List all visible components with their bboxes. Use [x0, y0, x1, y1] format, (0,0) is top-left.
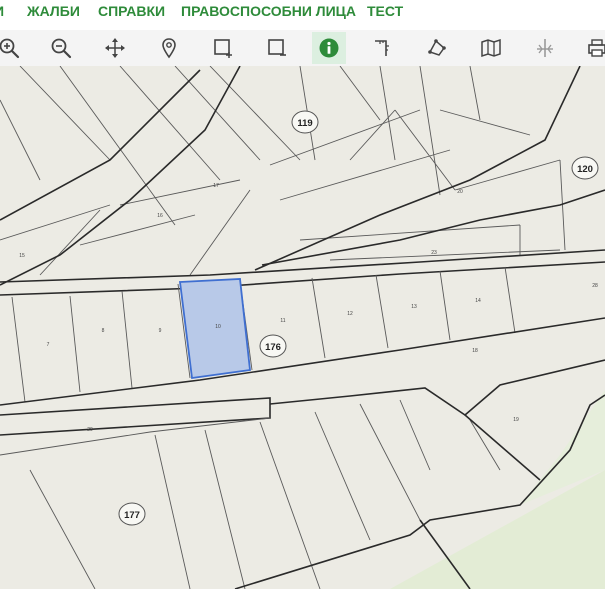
nav-item-legal-entities[interactable]: ПРАВОСПОСОБНИ ЛИЦА	[181, 3, 356, 19]
pan-move-icon	[105, 38, 125, 58]
block-119-marker: 119	[291, 110, 319, 134]
info-icon	[319, 38, 339, 58]
parcel-label: 7	[47, 342, 50, 348]
measure-distance-icon	[375, 40, 389, 56]
info-button[interactable]	[312, 32, 346, 64]
select-rectangle-remove-icon	[268, 39, 286, 56]
select-rectangle-add-icon	[214, 39, 232, 58]
block-label-176: 176	[265, 342, 281, 353]
block-label-119: 119	[297, 118, 312, 129]
cross-section-button[interactable]	[528, 32, 562, 64]
location-button[interactable]	[152, 32, 186, 64]
cadastral-map-canvas[interactable]: 7 8 9 10 11 12 13 14 15 16 17 18 19 20 2…	[0, 66, 605, 589]
parcel-label: 17	[213, 183, 219, 189]
parcel-label: 29	[87, 427, 93, 433]
print-button[interactable]	[580, 32, 605, 64]
zoom-in-icon	[0, 38, 20, 59]
location-pin-icon	[162, 38, 176, 59]
select-add-button[interactable]	[206, 32, 240, 64]
block-label-120: 120	[577, 164, 593, 175]
map-layers-icon	[481, 38, 501, 58]
block-label-177: 177	[124, 510, 140, 521]
parcel-label: 9	[159, 328, 162, 334]
parcel-label: 23	[431, 250, 437, 256]
block-120-marker: 120	[571, 156, 599, 180]
zoom-in-button[interactable]	[0, 32, 26, 64]
cadastral-map[interactable]: 7 8 9 10 11 12 13 14 15 16 17 18 19 20 2…	[0, 66, 605, 589]
parcel-label: 13	[411, 304, 417, 310]
parcel-label: 11	[280, 318, 285, 324]
top-navigation-bar: И ЖАЛБИ СПРАВКИ ПРАВОСПОСОБНИ ЛИЦА ТЕСТ	[0, 0, 605, 24]
parcel-label: 18	[472, 348, 478, 354]
print-icon	[588, 39, 605, 57]
parcel-label: 10	[215, 324, 221, 330]
nav-item-references[interactable]: СПРАВКИ	[98, 3, 165, 19]
block-177-marker: 177	[118, 502, 146, 526]
measure-area-button[interactable]	[420, 32, 454, 64]
parcel-label: 16	[157, 213, 163, 219]
map-layers-button[interactable]	[474, 32, 508, 64]
cross-section-icon	[537, 39, 553, 57]
zoom-out-icon	[51, 38, 72, 59]
parcel-label: 28	[592, 283, 598, 289]
zoom-out-button[interactable]	[44, 32, 78, 64]
parcel-label: 12	[347, 311, 353, 317]
pan-button[interactable]	[98, 32, 132, 64]
nav-item-complaints[interactable]: ЖАЛБИ	[27, 3, 80, 19]
map-toolbar	[0, 30, 605, 67]
nav-item-partial[interactable]: И	[0, 3, 4, 19]
nav-item-test[interactable]: ТЕСТ	[367, 3, 403, 19]
parcel-label: 15	[19, 253, 25, 259]
parcel-label: 20	[457, 189, 463, 195]
parcel-label: 14	[475, 298, 481, 304]
parcel-label: 19	[513, 417, 519, 423]
parcel-label: 8	[102, 328, 105, 334]
measure-distance-button[interactable]	[366, 32, 400, 64]
block-176-marker: 176	[259, 334, 287, 358]
select-remove-button[interactable]	[260, 32, 294, 64]
measure-area-icon	[428, 39, 446, 56]
